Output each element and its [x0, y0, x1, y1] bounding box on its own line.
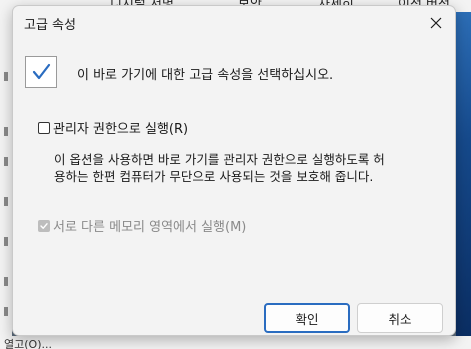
parent-edge-mark — [4, 157, 8, 166]
description-line: 이 옵션을 사용하면 바로 가기를 관리자 권한으로 실행하도록 허 — [54, 152, 385, 167]
parent-edge-mark — [4, 237, 8, 246]
run-as-admin-checkbox[interactable] — [38, 121, 50, 134]
checkmark-icon — [39, 221, 49, 231]
parent-bottom-strip: 열고(O)... — [0, 336, 471, 349]
parent-edge-mark — [4, 197, 8, 206]
description-line: 용하는 한편 컴퓨터가 무단으로 사용되는 것을 보호해 줍니다. — [54, 169, 374, 184]
run-as-admin-label[interactable]: 관리자 권한으로 실행(R) — [53, 118, 188, 137]
shortcut-properties-icon — [25, 56, 57, 88]
close-icon — [430, 14, 442, 33]
dialog-title: 고급 속성 — [24, 18, 76, 33]
parent-edge-mark — [4, 127, 8, 136]
desktop-wallpaper — [456, 12, 471, 336]
separate-memory-label: 서로 다른 메모리 영역에서 실행(M) — [53, 220, 247, 235]
parent-edge-mark — [4, 277, 8, 286]
run-as-admin-option[interactable]: 관리자 권한으로 실행(R) — [38, 118, 188, 137]
parent-bottom-text: 열고(O)... — [4, 338, 52, 349]
separate-memory-checkbox — [38, 219, 50, 232]
advanced-properties-dialog: 고급 속성 이 바로 가기에 대한 고급 속성을 선택하십시오. 관리자 권한으… — [12, 5, 456, 336]
run-as-admin-description: 이 옵션을 사용하면 바로 가기를 관리자 권한으로 실행하도록 허 용하는 한… — [54, 151, 414, 185]
separate-memory-option: 서로 다른 메모리 영역에서 실행(M) — [38, 216, 246, 235]
close-button[interactable] — [425, 12, 447, 34]
parent-edge-mark — [4, 72, 8, 81]
ok-button[interactable]: 확인 — [264, 303, 350, 333]
parent-window-edge — [0, 12, 12, 349]
cancel-button[interactable]: 취소 — [357, 303, 443, 333]
dialog-header-text: 이 바로 가기에 대한 고급 속성을 선택하십시오. — [77, 68, 334, 83]
parent-edge-mark — [4, 307, 8, 316]
